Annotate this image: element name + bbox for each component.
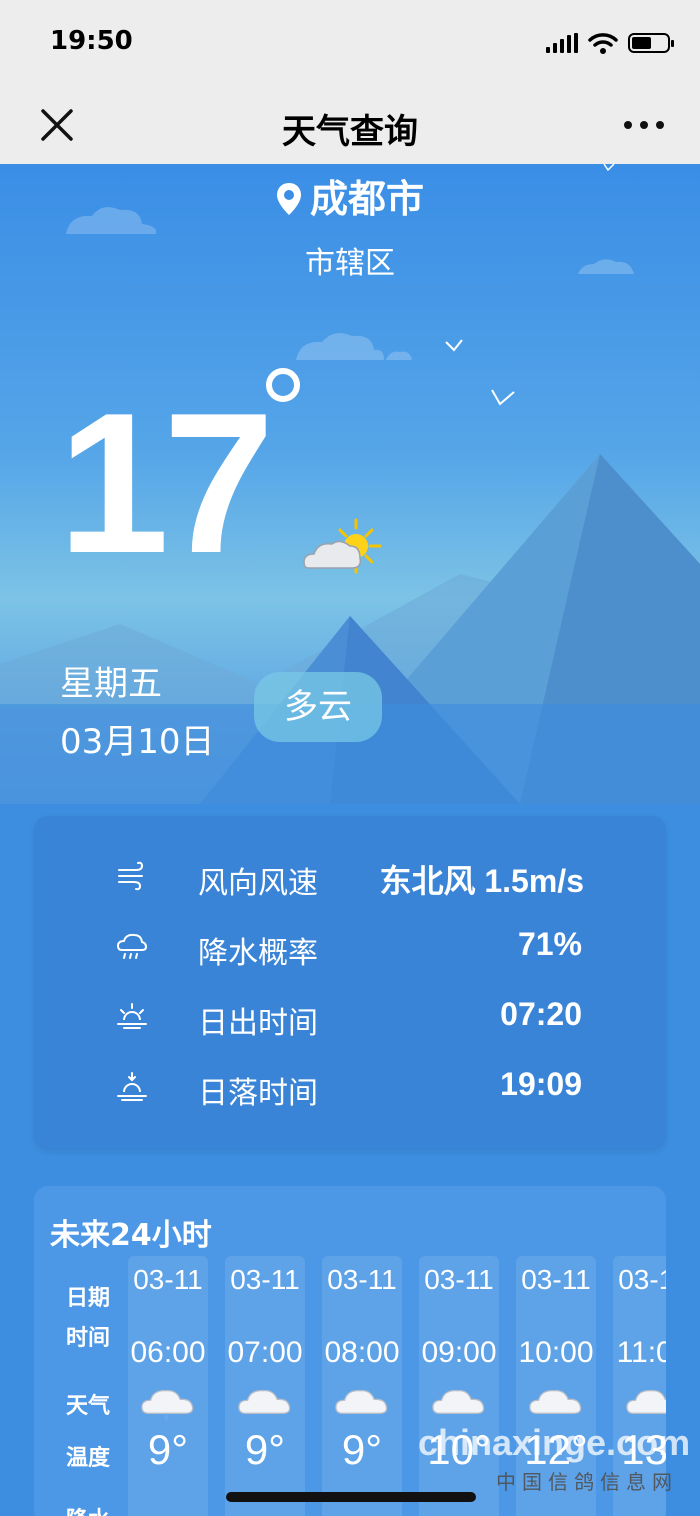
row-label-time: 时间 (66, 1326, 111, 1351)
forecast-temperature: 9° (341, 1426, 383, 1473)
location-pin-icon (276, 183, 301, 215)
forecast-time: 07:00 (227, 1336, 303, 1369)
current-date: 03月10日 (60, 722, 215, 762)
cloud-icon (529, 1389, 582, 1414)
detail-label: 风向风速 (198, 866, 318, 901)
status-bar: 19:50 (0, 0, 700, 86)
forecast-date: 03-11 (424, 1264, 494, 1295)
row-label-temp: 温度 (66, 1446, 111, 1471)
weather-details-card: 风向风速 东北风 1.5m/s 降水概率 71% 日出时间 07:20 日落时间… (34, 816, 666, 1150)
forecast-temperature: 9° (244, 1426, 286, 1473)
detail-label: 日出时间 (198, 1006, 318, 1041)
forecast-time: 06:00 (130, 1336, 206, 1369)
wind-icon (118, 861, 144, 891)
watermark-sub: 中国信鸽信息网 (496, 1470, 678, 1494)
degree-symbol (266, 368, 300, 402)
detail-value: 07:20 (500, 996, 582, 1032)
forecast-hour-column: 03-11 08:00 9° (322, 1256, 402, 1516)
home-indicator[interactable] (226, 1492, 476, 1502)
forecast-time: 09:00 (421, 1336, 497, 1369)
cloud-icon (432, 1389, 485, 1414)
forecast-time: 11:00 (616, 1336, 666, 1369)
forecast-date: 03-11 (133, 1264, 203, 1295)
row-label-date: 日期 (66, 1286, 111, 1311)
forecast-date: 03-11 (327, 1264, 397, 1295)
weekday: 星期五 (60, 664, 162, 704)
forecast-time: 10:00 (518, 1336, 594, 1369)
row-label-precip: 降水 (66, 1502, 110, 1516)
nav-bar: 天气查询 (0, 86, 700, 164)
forecast-temperature: 9° (147, 1426, 189, 1473)
detail-row-sunrise: 日出时间 07:20 (34, 988, 666, 1044)
city-name: 成都市 (309, 177, 424, 221)
forecast-date: 03-11 (230, 1264, 300, 1295)
detail-value: 19:09 (500, 1066, 582, 1102)
page-title: 天气查询 (282, 112, 418, 152)
detail-label: 降水概率 (198, 936, 318, 971)
watermark: chinaxinge.com (418, 1422, 691, 1463)
status-time: 19:50 (50, 26, 133, 56)
cloud-icon (626, 1389, 666, 1414)
more-dots-icon[interactable] (622, 112, 666, 138)
cellular-signal-icon (546, 33, 578, 53)
cloud-icon (238, 1389, 291, 1414)
detail-value: 71% (517, 926, 582, 962)
sunrise-icon (117, 1003, 147, 1029)
cloud-icon (335, 1389, 388, 1414)
partly-cloudy-icon (303, 518, 382, 574)
forecast-hour-column: 03-11 06:00 9° (128, 1256, 208, 1516)
forecast-title: 未来24小时 (50, 1218, 212, 1253)
forecast-time: 08:00 (324, 1336, 400, 1369)
location-district: 市辖区 (305, 246, 395, 281)
detail-row-sunset: 日落时间 19:09 (34, 1058, 666, 1114)
location-city: 成都市 (0, 168, 700, 223)
weather-hero: 成都市 市辖区 17 星期五 03月10日 多云 (0, 164, 700, 804)
rain-cloud-icon (141, 1389, 194, 1421)
row-label-weather: 天气 (66, 1394, 111, 1419)
condition-badge: 多云 (254, 672, 382, 742)
detail-row-wind: 风向风速 东北风 1.5m/s (34, 848, 666, 904)
battery-icon (628, 33, 674, 53)
forecast-hour-column: 03-11 09:00 10° (419, 1256, 499, 1516)
status-icons (546, 30, 674, 56)
detail-value: 东北风 1.5m/s (379, 863, 584, 899)
forecast-hour-column: 03-11 07:00 9° (225, 1256, 305, 1516)
forecast-date: 03-11 (618, 1264, 666, 1295)
current-temperature: 17 (58, 372, 274, 595)
detail-label: 日落时间 (198, 1076, 318, 1111)
forecast-date: 03-11 (521, 1264, 591, 1295)
wifi-icon (588, 33, 618, 54)
detail-row-precip: 降水概率 71% (34, 918, 666, 974)
rain-cloud-icon (116, 933, 148, 959)
sunset-icon (117, 1072, 147, 1101)
